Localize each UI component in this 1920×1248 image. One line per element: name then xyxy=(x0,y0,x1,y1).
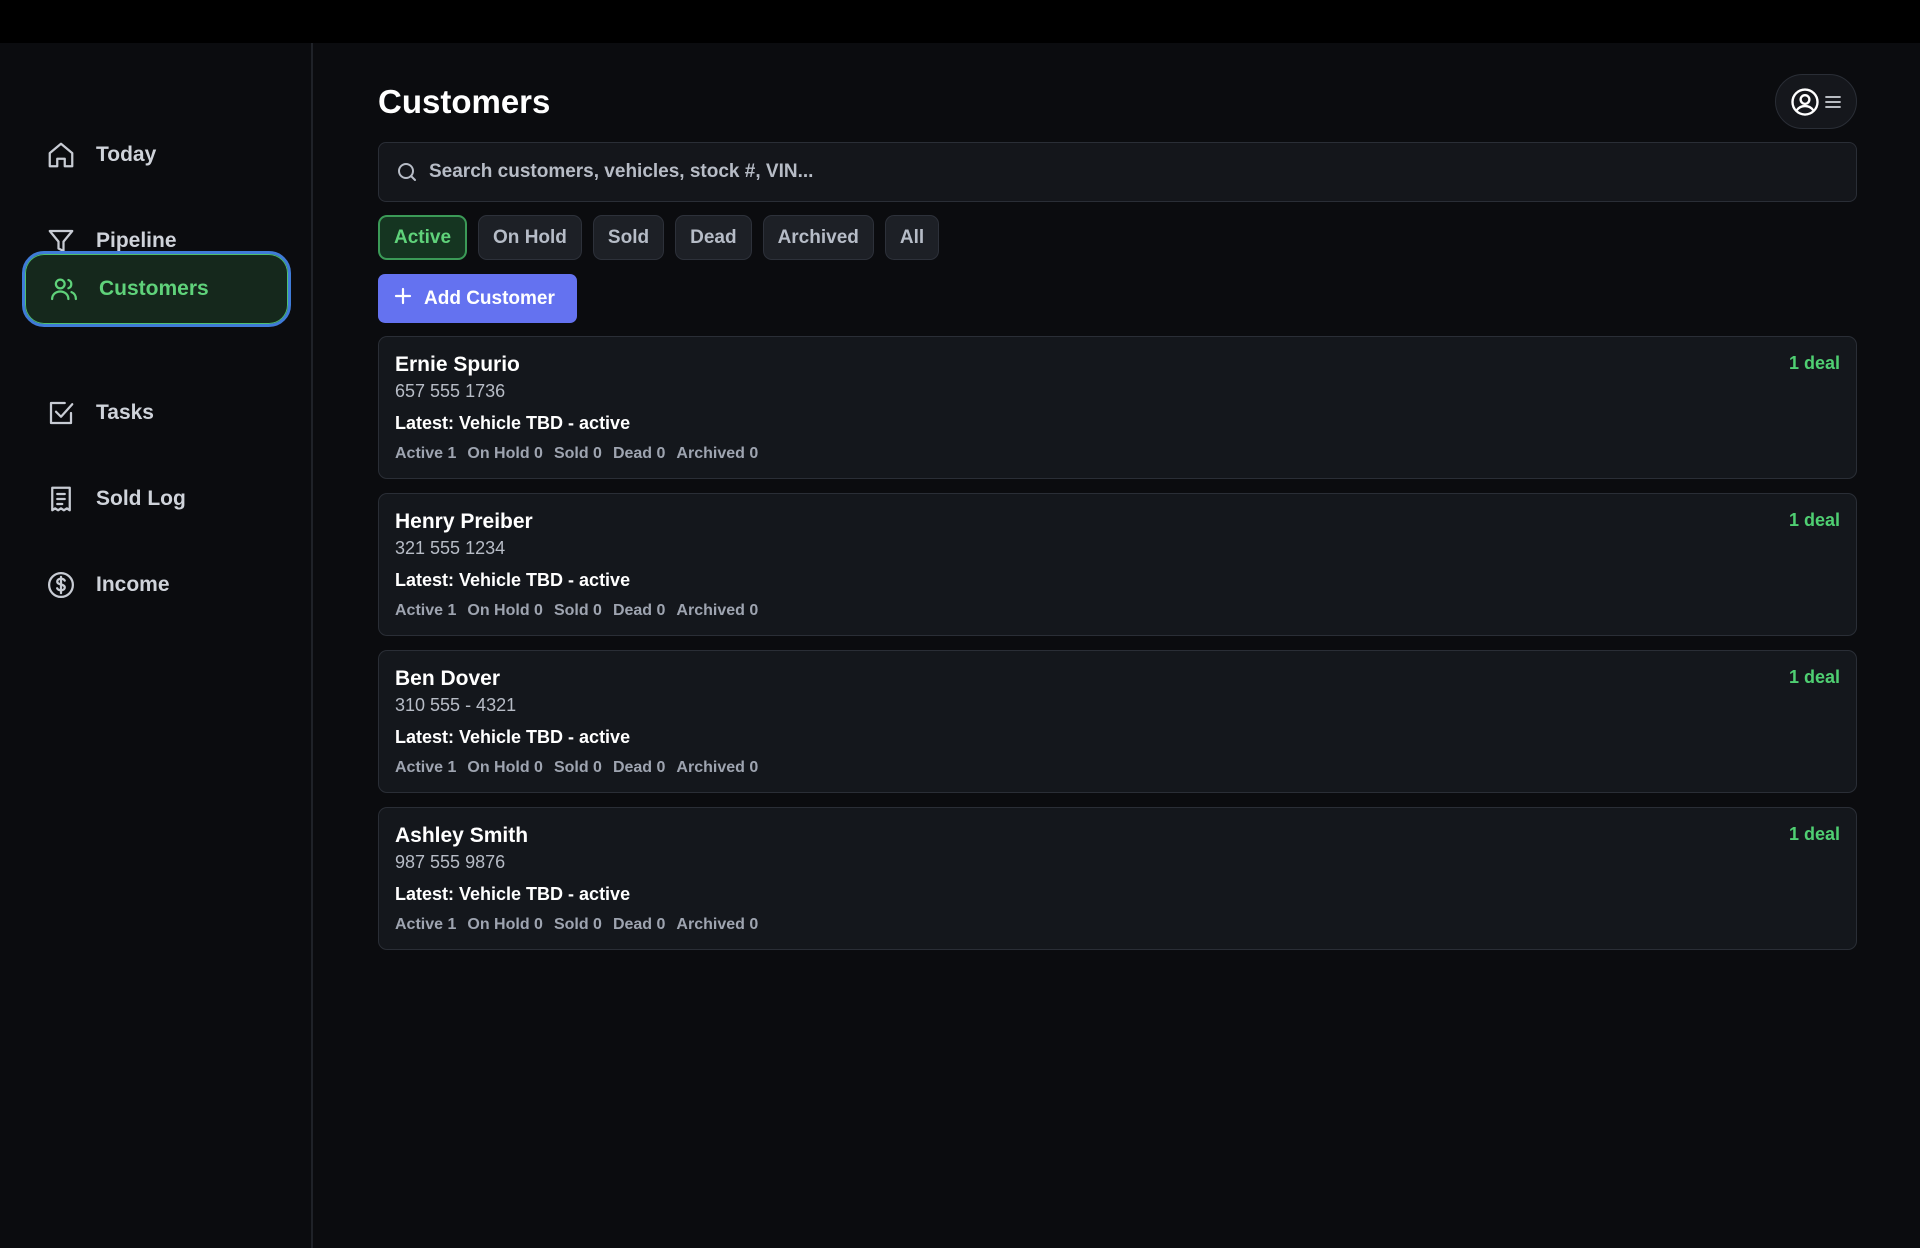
sidebar-item-label: Income xyxy=(96,573,170,596)
stat-on-hold: On Hold 0 xyxy=(467,916,543,933)
search-bar xyxy=(378,142,1857,202)
customer-latest-deal: Latest: Vehicle TBD - active xyxy=(395,570,631,590)
stat-archived: Archived 0 xyxy=(676,602,759,619)
customer-deal-stats: Active 1 On Hold 0 Sold 0 Dead 0 Archive… xyxy=(395,445,758,463)
sidebar-item-sold-log[interactable]: Sold Log xyxy=(22,461,291,537)
filter-all[interactable]: All xyxy=(884,215,940,260)
sidebar-item-label: Today xyxy=(96,143,157,166)
customer-latest-deal: Latest: Vehicle TBD - active xyxy=(395,413,631,433)
sidebar-item-label: Pipeline xyxy=(96,229,177,252)
stat-dead: Dead 0 xyxy=(612,759,666,776)
stat-on-hold: On Hold 0 xyxy=(467,759,543,776)
customer-latest-deal: Latest: Vehicle TBD - active xyxy=(395,727,631,747)
stat-active: Active 1 xyxy=(395,759,457,776)
checkbox-icon xyxy=(46,398,76,428)
receipt-icon xyxy=(46,484,76,514)
customer-phone: 310 555 - 4321 xyxy=(395,695,517,715)
stat-on-hold: On Hold 0 xyxy=(467,445,543,462)
page-title: Customers xyxy=(378,83,551,120)
filter-dead[interactable]: Dead xyxy=(675,215,752,260)
sidebar-item-customers[interactable]: Customers xyxy=(22,251,291,327)
users-icon xyxy=(49,274,79,304)
sidebar-item-label: Sold Log xyxy=(96,487,186,510)
stat-sold: Sold 0 xyxy=(553,759,602,776)
customer-card[interactable]: Henry Preiber 321 555 1234 Latest: Vehic… xyxy=(378,493,1857,636)
customer-deal-stats: Active 1 On Hold 0 Sold 0 Dead 0 Archive… xyxy=(395,916,758,934)
sidebar: Today Pipeline Customers Tasks Sold Log … xyxy=(0,43,313,1248)
add-customer-button[interactable]: Add Customer xyxy=(378,274,577,323)
stat-dead: Dead 0 xyxy=(612,602,666,619)
account-menu-button[interactable] xyxy=(1775,74,1857,129)
filter-sold[interactable]: Sold xyxy=(592,215,665,260)
deal-count: 1 deal xyxy=(1788,510,1840,530)
customer-latest-deal: Latest: Vehicle TBD - active xyxy=(395,884,631,904)
stat-archived: Archived 0 xyxy=(676,916,759,933)
plus-icon xyxy=(394,287,412,311)
account-icon xyxy=(1790,87,1820,117)
filter-on-hold[interactable]: On Hold xyxy=(478,215,582,260)
stat-sold: Sold 0 xyxy=(553,916,602,933)
hamburger-icon xyxy=(1824,93,1842,111)
dollar-icon xyxy=(46,570,76,600)
stat-dead: Dead 0 xyxy=(612,916,666,933)
customer-name: Ernie Spurio xyxy=(395,353,520,376)
deal-count: 1 deal xyxy=(1788,824,1840,844)
sidebar-item-tasks[interactable]: Tasks xyxy=(22,375,291,451)
status-filter-tabs: Active On Hold Sold Dead Archived All xyxy=(378,215,940,260)
sidebar-item-income[interactable]: Income xyxy=(22,547,291,623)
customer-deal-stats: Active 1 On Hold 0 Sold 0 Dead 0 Archive… xyxy=(395,759,758,777)
deal-count: 1 deal xyxy=(1788,667,1840,687)
stat-on-hold: On Hold 0 xyxy=(467,602,543,619)
customer-card[interactable]: Ben Dover 310 555 - 4321 Latest: Vehicle… xyxy=(378,650,1857,793)
stat-dead: Dead 0 xyxy=(612,445,666,462)
customer-deal-stats: Active 1 On Hold 0 Sold 0 Dead 0 Archive… xyxy=(395,602,758,620)
customer-name: Ashley Smith xyxy=(395,824,529,847)
customer-name: Ben Dover xyxy=(395,667,501,690)
customer-list: Ernie Spurio 657 555 1736 Latest: Vehicl… xyxy=(378,336,1857,964)
filter-archived[interactable]: Archived xyxy=(762,215,874,260)
customer-card[interactable]: Ashley Smith 987 555 9876 Latest: Vehicl… xyxy=(378,807,1857,950)
customer-card[interactable]: Ernie Spurio 657 555 1736 Latest: Vehicl… xyxy=(378,336,1857,479)
add-customer-label: Add Customer xyxy=(424,287,555,309)
customer-phone: 321 555 1234 xyxy=(395,538,506,558)
sidebar-item-today[interactable]: Today xyxy=(22,117,291,193)
stat-archived: Archived 0 xyxy=(676,445,759,462)
search-input[interactable] xyxy=(429,161,1856,183)
filter-active[interactable]: Active xyxy=(378,215,468,260)
customer-name: Henry Preiber xyxy=(395,510,533,533)
customer-phone: 987 555 9876 xyxy=(395,852,506,872)
main-content: Customers Active On Hold Sold Dead Archi… xyxy=(313,43,1920,1248)
deal-count: 1 deal xyxy=(1788,353,1840,373)
stat-active: Active 1 xyxy=(395,916,457,933)
window-top-bar xyxy=(0,0,1920,43)
sidebar-item-label: Tasks xyxy=(96,401,154,424)
sidebar-item-label: Customers xyxy=(99,277,209,300)
stat-sold: Sold 0 xyxy=(553,445,602,462)
stat-active: Active 1 xyxy=(395,445,457,462)
stat-active: Active 1 xyxy=(395,602,457,619)
stat-sold: Sold 0 xyxy=(553,602,602,619)
home-icon xyxy=(46,140,76,170)
customer-phone: 657 555 1736 xyxy=(395,381,506,401)
stat-archived: Archived 0 xyxy=(676,759,759,776)
search-icon xyxy=(395,160,419,184)
